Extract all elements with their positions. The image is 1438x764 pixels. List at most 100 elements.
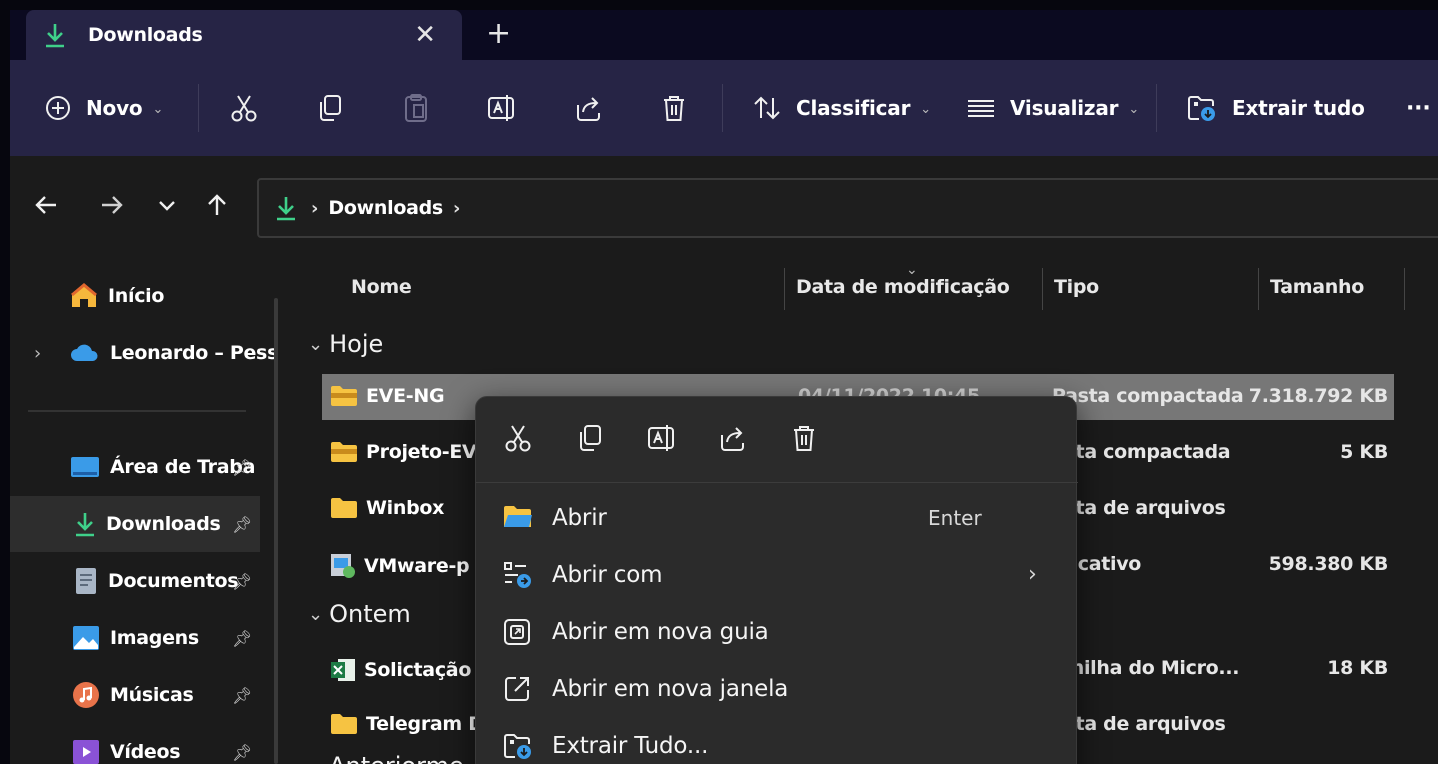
file-size-cell: 7.318.792 KB [1248,385,1389,407]
cloud-icon [70,343,100,363]
pin-icon[interactable]: 📌︎ [232,572,252,591]
column-header-name[interactable]: Nome [351,276,412,298]
forward-arrow-icon[interactable] [98,192,124,223]
menu-item-open-new-window[interactable]: Abrir em nova janela [476,660,1078,717]
new-button[interactable]: Novo ⌄ [44,60,163,156]
recent-chevron-down-icon[interactable] [156,192,178,223]
column-header-type[interactable]: Tipo [1054,276,1099,298]
sidebar-item-videos[interactable]: Vídeos 📌︎ [10,724,260,764]
chevron-right-icon[interactable]: › [34,343,41,364]
back-arrow-icon[interactable] [34,192,60,223]
share-button[interactable] [574,60,604,156]
menu-item-open-with[interactable]: Abrir com › [476,546,1078,603]
sidebar-item-pictures[interactable]: Imagens 📌︎ [10,610,260,666]
column-divider[interactable] [1404,268,1405,310]
rename-icon[interactable] [646,423,678,457]
file-name-cell: Projeto-EV [330,441,477,463]
extract-all-label: Extrair tudo [1232,96,1365,120]
tab-bar: Downloads ✕ + [10,10,1438,60]
column-header-date[interactable]: Data de modificação [796,276,1010,298]
cut-button[interactable] [230,60,258,156]
chevron-down-icon: ⌄ [920,101,932,117]
file-size-cell: 18 KB [1327,657,1388,679]
pin-icon[interactable]: 📌︎ [232,629,252,648]
sidebar-item-label: Início [108,285,165,307]
sort-button[interactable]: Classificar ⌄ [752,60,931,156]
view-button[interactable]: Visualizar ⌄ [966,60,1139,156]
file-name-cell: VMware-p [330,553,470,579]
group-header-yesterday[interactable]: ⌄ Ontem [308,600,411,628]
menu-item-open[interactable]: Abrir Enter [476,489,1078,546]
tab-downloads[interactable]: Downloads ✕ [26,10,462,60]
address-bar[interactable]: › Downloads › [257,178,1438,238]
new-button-label: Novo [86,96,143,120]
folder-icon [330,713,358,735]
sidebar-item-music[interactable]: Músicas 📌︎ [10,667,260,723]
navigation-bar: › Downloads › [10,156,1438,258]
shortcut-hint: Enter [928,505,982,530]
open-folder-icon [502,503,534,531]
file-name-cell: Telegram D [330,713,484,735]
breadcrumb-downloads[interactable]: Downloads [328,197,443,219]
sidebar-item-documents[interactable]: Documentos 📌︎ [10,553,260,609]
copy-icon[interactable] [576,423,604,457]
sidebar-scrollbar[interactable] [274,298,278,764]
pin-icon[interactable]: 📌︎ [232,743,252,762]
sidebar-item-label: Documentos [108,570,239,592]
close-tab-icon[interactable]: ✕ [414,20,436,50]
chevron-down-icon: ⌄ [308,756,323,764]
sidebar-item-downloads[interactable]: Downloads 📌︎ [10,496,260,552]
scissors-icon[interactable] [504,423,532,457]
group-header-earlier[interactable]: ⌄ Anteriorme [308,752,464,764]
chevron-down-icon: ⌄ [1128,101,1140,117]
file-explorer-window: Downloads ✕ + Novo ⌄ Classificar ⌄ Visua… [10,10,1438,764]
delete-button[interactable] [660,60,688,156]
breadcrumb-chevron-icon[interactable]: › [453,198,460,219]
zip-folder-icon [330,441,358,463]
pin-icon[interactable]: 📌︎ [232,686,252,705]
more-options-button[interactable]: ··· [1406,60,1431,156]
column-divider[interactable] [1042,268,1043,310]
share-icon[interactable] [718,423,748,457]
tab-title: Downloads [88,24,203,46]
folder-icon [330,497,358,519]
column-divider[interactable] [1258,268,1259,310]
extract-all-button[interactable]: Extrair tudo [1186,60,1365,156]
sort-label: Classificar [796,96,911,120]
menu-item-extract-all[interactable]: Extrair Tudo... [476,717,1078,764]
rename-button[interactable] [486,60,518,156]
copy-button[interactable] [316,60,344,156]
home-icon [70,283,98,309]
up-arrow-icon[interactable] [204,192,230,223]
image-icon [72,625,100,651]
new-tab-button[interactable]: + [486,16,511,51]
new-tab-icon [502,617,532,647]
file-type-cell: Pasta compactada [1052,385,1244,407]
sidebar-item-home[interactable]: Início [10,268,260,324]
group-header-today[interactable]: ⌄ Hoje [308,330,383,358]
context-menu-toolbar [476,397,1078,483]
sidebar-item-label: Vídeos [110,741,181,763]
rename-icon [486,93,518,123]
list-view-icon [966,96,996,120]
sidebar-item-label: Músicas [110,684,194,706]
sidebar-item-onedrive[interactable]: › Leonardo – Pess [10,325,278,381]
share-icon [574,93,604,123]
file-size-cell: 5 KB [1340,441,1388,463]
open-with-icon [502,560,534,590]
file-name-cell: EVE-NG [330,385,445,407]
column-header-size[interactable]: Tamanho [1270,276,1364,298]
music-icon [72,681,100,709]
download-icon [44,22,66,48]
sidebar-item-desktop[interactable]: Área de Traba 📌︎ [10,439,260,495]
more-icon: ··· [1406,95,1431,121]
breadcrumb-chevron-icon: › [311,197,319,219]
paste-button[interactable] [402,60,430,156]
chevron-down-icon: ⌄ [308,603,324,625]
column-divider[interactable] [784,268,785,310]
extract-icon [502,731,534,761]
pin-icon[interactable]: 📌︎ [232,515,252,534]
trash-icon[interactable] [790,423,818,457]
menu-item-open-new-tab[interactable]: Abrir em nova guia [476,603,1078,660]
pin-icon[interactable]: 📌︎ [232,458,252,477]
